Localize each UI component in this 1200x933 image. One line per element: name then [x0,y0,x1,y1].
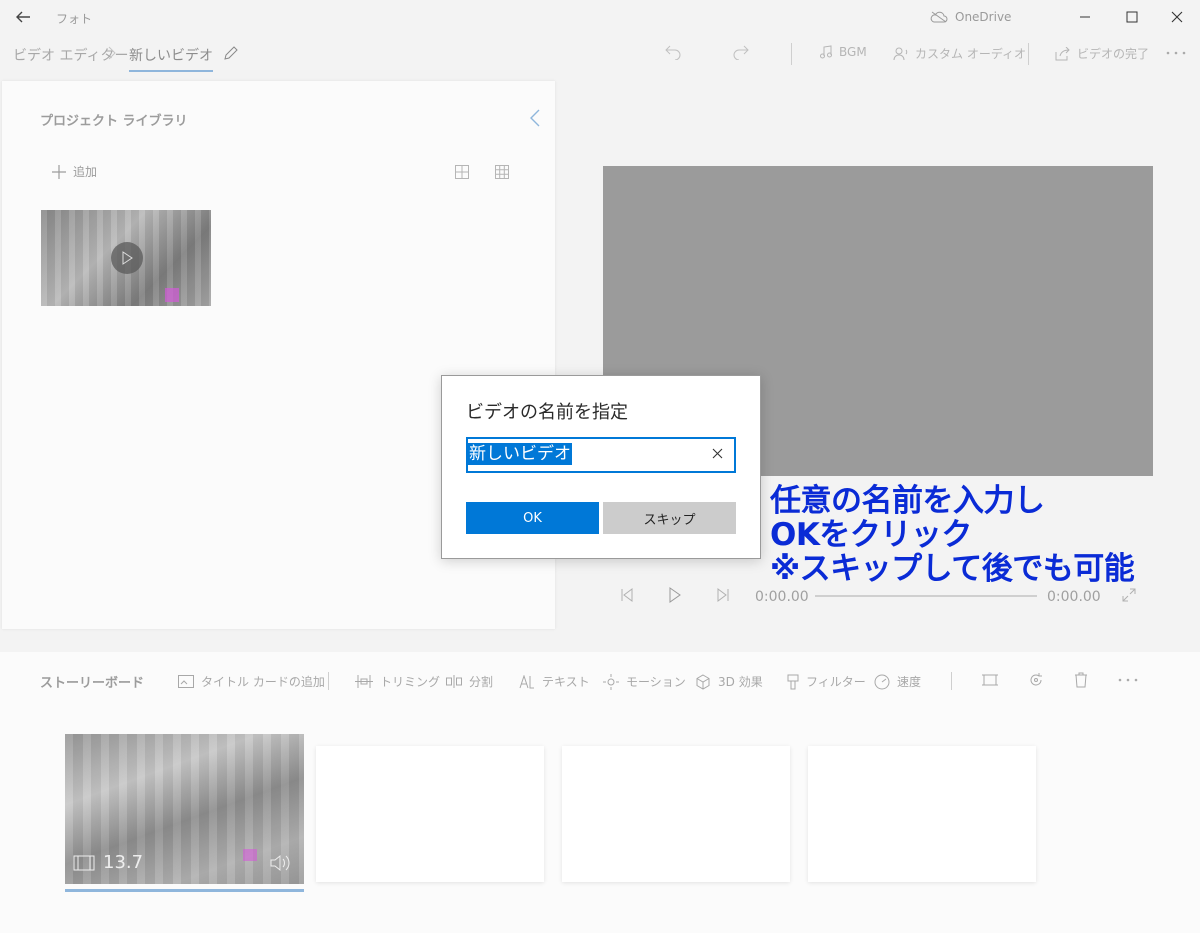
filter-button[interactable]: フィルター [787,673,866,690]
toolbar-divider [791,43,792,65]
text-icon [519,674,535,689]
total-time: 0:00.00 [1047,589,1101,605]
motion-icon [603,673,619,690]
3d-effects-label: 3D 効果 [718,675,763,689]
empty-clip-slot [316,746,544,882]
redo-icon[interactable] [732,44,750,60]
annotation-line-2: OKをクリック [770,517,972,553]
clip-duration: 13.7 [103,852,144,873]
more-options-icon[interactable] [1166,46,1186,60]
trim-label: トリミング [380,675,441,689]
filter-label: フィルター [806,675,866,689]
3d-effects-icon [695,673,711,690]
plus-icon [51,164,67,180]
breadcrumb-current[interactable]: 新しいビデオ [129,45,213,72]
play-icon[interactable] [668,587,682,603]
name-video-dialog: ビデオの名前を指定 新しいビデオ OK スキップ [441,375,761,559]
small-grid-icon[interactable] [495,165,509,179]
bgm-label: BGM [839,45,867,59]
text-button[interactable]: テキスト [519,673,590,690]
previous-frame-icon[interactable] [620,588,634,602]
trim-icon [355,675,373,688]
storyboard-title: ストーリーボード [40,676,145,691]
close-window-button[interactable] [1154,0,1200,34]
large-grid-icon[interactable] [455,165,469,179]
custom-audio-button[interactable]: カスタム オーディオ [893,45,1026,62]
edit-pencil-icon[interactable] [222,44,240,62]
dialog-title: ビデオの名前を指定 [466,402,628,423]
finish-video-label: ビデオの完了 [1077,47,1150,61]
app-title: フォト [56,12,93,26]
3d-effects-button[interactable]: 3D 効果 [695,673,763,690]
trash-icon[interactable] [1074,672,1088,688]
storyboard-panel: ストーリーボード タイトル カードの追加 トリミング 分割 テキスト モーション… [0,652,1200,933]
toolbar-divider [1028,43,1029,65]
speaker-volume-icon[interactable] [269,854,291,872]
video-name-input[interactable]: 新しいビデオ [466,437,736,473]
speed-label: 速度 [897,675,922,689]
person-audio-icon [893,47,909,61]
filter-icon [787,674,799,690]
storyboard-more-icon[interactable] [1118,675,1138,685]
chevron-right-icon [107,46,117,60]
finish-video-button[interactable]: ビデオの完了 [1055,45,1149,62]
split-icon [446,675,462,688]
skip-button[interactable]: スキップ [603,502,736,534]
storyboard-divider [951,672,952,690]
undo-icon[interactable] [664,44,682,60]
storyboard-divider [328,672,329,690]
add-media-button[interactable]: 追加 [51,163,97,180]
share-icon [1055,46,1071,61]
play-overlay-icon [111,242,143,274]
motion-label: モーション [626,675,686,689]
motion-button[interactable]: モーション [603,673,686,690]
library-title: プロジェクト ライブラリ [40,114,188,129]
onedrive-label[interactable]: OneDrive [955,10,1011,24]
clip-selection-bar [65,889,304,892]
empty-clip-slot [808,746,1036,882]
speed-button[interactable]: 速度 [874,673,921,690]
clear-input-icon[interactable] [712,448,723,459]
title-card-button[interactable]: タイトル カードの追加 [178,673,325,690]
speed-icon [874,674,890,690]
fullscreen-icon[interactable] [1122,588,1136,602]
film-strip-icon [73,855,95,871]
crop-resize-icon[interactable] [982,673,998,687]
minimize-button[interactable] [1062,0,1108,34]
empty-clip-slot [562,746,790,882]
add-label: 追加 [73,165,98,179]
rotate-icon[interactable] [1028,672,1044,688]
text-label: テキスト [542,675,590,689]
split-label: 分割 [469,675,494,689]
instruction-annotation: 任意の名前を入力し OKをクリック ※スキップして後でも可能 [770,483,1135,587]
split-button[interactable]: 分割 [446,673,493,690]
custom-audio-label: カスタム オーディオ [915,47,1026,61]
annotation-line-1: 任意の名前を入力し [770,483,1045,519]
onedrive-icon [930,11,948,23]
trim-button[interactable]: トリミング [355,673,440,690]
music-note-icon [819,45,833,59]
maximize-button[interactable] [1109,0,1155,34]
current-time: 0:00.00 [755,589,809,605]
next-frame-icon[interactable] [716,588,730,602]
bgm-button[interactable]: BGM [819,45,867,59]
collapse-chevron-icon[interactable] [529,109,541,127]
media-thumbnail[interactable] [41,210,211,306]
back-arrow-icon[interactable] [14,8,32,26]
seek-bar[interactable] [815,595,1037,597]
title-bar: フォト OneDrive [0,0,1200,34]
storyboard-clip[interactable]: 13.7 [65,734,304,884]
title-card-icon [178,675,194,688]
video-name-value: 新しいビデオ [468,443,572,465]
title-card-label: タイトル カードの追加 [201,675,325,689]
ok-button[interactable]: OK [466,502,599,534]
annotation-line-3: ※スキップして後でも可能 [770,551,1135,587]
